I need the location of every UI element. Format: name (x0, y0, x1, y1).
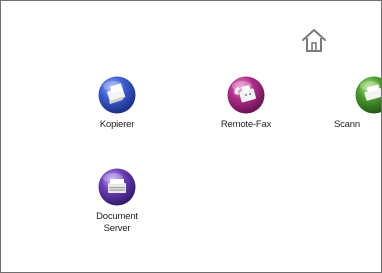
device-home-screen: Kopierer Remote-Fax Scann Document Serve… (0, 0, 382, 273)
remote-fax-app-button[interactable]: Remote-Fax (206, 75, 286, 131)
scanner-label: Scann (334, 119, 360, 130)
scanner-icon (355, 76, 381, 114)
document-server-app-button[interactable]: Document Server (77, 167, 157, 235)
copier-app-button[interactable]: Kopierer (77, 75, 157, 131)
document-server-icon (98, 168, 136, 206)
document-server-label: Document Server (77, 211, 157, 235)
remote-fax-label: Remote-Fax (220, 119, 272, 130)
scanner-app-button[interactable]: Scann (334, 75, 381, 131)
home-icon (302, 29, 326, 52)
copier-label: Kopierer (99, 119, 135, 130)
copier-icon (98, 76, 136, 114)
fax-icon (227, 76, 265, 114)
home-button[interactable] (299, 25, 329, 55)
document-server-label-line2: Server (103, 223, 131, 234)
document-server-label-line1: Document (96, 211, 138, 222)
